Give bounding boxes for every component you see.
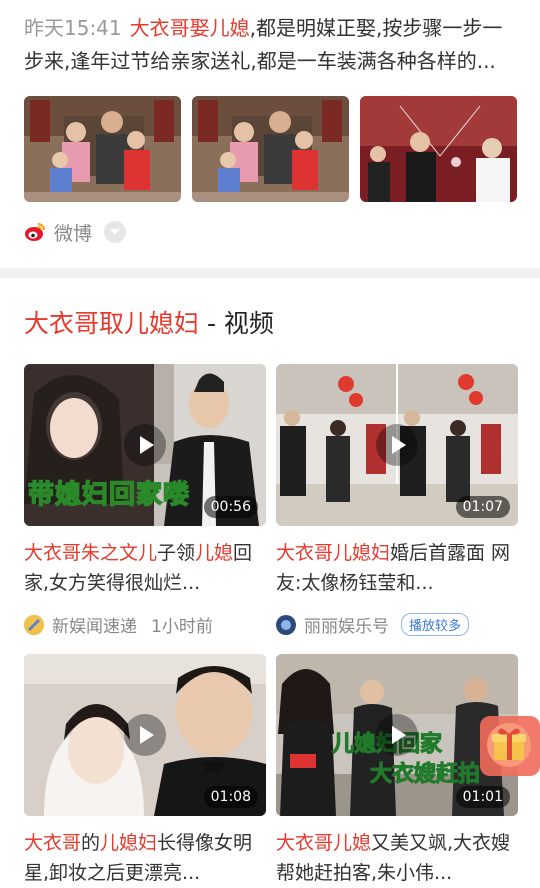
source-name: 丽丽娱乐号	[304, 617, 389, 637]
publish-time: 1小时前	[151, 617, 213, 637]
play-icon[interactable]	[124, 424, 166, 466]
chevron-down-icon[interactable]	[104, 221, 127, 243]
video-caption-overlay: 带媳妇回家喽	[27, 479, 191, 511]
video-thumbnail[interactable]: 01:08	[24, 654, 266, 816]
video-thumbnail[interactable]: 带媳妇回家喽 00:56	[24, 364, 266, 526]
floating-gift-button[interactable]	[478, 714, 540, 776]
family-photo-thumbnail[interactable]	[24, 96, 181, 202]
popular-badge: 播放较多	[401, 613, 470, 636]
video-duration: 00:56	[203, 496, 258, 518]
source-avatar	[24, 614, 44, 635]
video-card[interactable]: 01:08 大衣哥的儿媳妇长得像女明星,卸妆之后更漂亮...	[24, 654, 266, 888]
section-divider	[0, 268, 540, 278]
weibo-icon	[24, 221, 46, 243]
search-result-card[interactable]: 昨天15:41 大衣哥娶儿媳,都是明媒正娶,按步骤一步一步来,逢年过节给亲家送礼,…	[0, 0, 540, 268]
video-source[interactable]: 丽丽娱乐号 播放较多	[276, 612, 518, 637]
source-name: 微博	[54, 222, 93, 245]
wedding-photo-thumbnail[interactable]	[360, 96, 517, 202]
video-title[interactable]: 大衣哥儿媳妇婚后首露面 网友:太像杨钰莹和...	[276, 538, 518, 598]
source-avatar	[276, 614, 296, 635]
video-title[interactable]: 大衣哥的儿媳妇长得像女明星,卸妆之后更漂亮...	[24, 828, 266, 888]
source-name: 新娱闻速递	[52, 617, 137, 637]
video-duration: 01:08	[203, 786, 258, 808]
video-caption-overlay: 大衣嫂赶拍	[369, 762, 481, 788]
video-title[interactable]: 大衣哥朱之文儿子领儿媳回家,女方笑得很灿烂...	[24, 538, 266, 598]
video-duration: 01:07	[455, 496, 510, 518]
video-thumbnail[interactable]: 01:07	[276, 364, 518, 526]
result-source[interactable]: 微博	[24, 216, 127, 248]
result-images	[24, 96, 518, 202]
play-icon[interactable]	[376, 714, 418, 756]
play-icon[interactable]	[376, 424, 418, 466]
video-duration: 01:01	[455, 786, 510, 808]
section-title[interactable]: 大衣哥取儿媳妇 - 视频	[24, 304, 274, 340]
play-icon[interactable]	[124, 714, 166, 756]
result-snippet[interactable]: 昨天15:41 大衣哥娶儿媳,都是明媒正娶,按步骤一步一步来,逢年过节给亲家送礼,…	[24, 12, 520, 78]
snippet-highlight: 大衣哥娶儿媳	[129, 16, 250, 40]
video-title[interactable]: 大衣哥儿媳又美又飒,大衣嫂帮她赶拍客,朱小伟...	[276, 828, 518, 888]
video-source[interactable]: 新娱闻速递 1小时前	[24, 612, 266, 637]
family-photo-thumbnail[interactable]	[192, 96, 349, 202]
section-title-highlight: 大衣哥取儿媳妇	[24, 309, 200, 338]
gift-icon	[480, 716, 540, 776]
post-time: 昨天15:41	[24, 16, 122, 40]
video-card[interactable]: 01:07 大衣哥儿媳妇婚后首露面 网友:太像杨钰莹和... 丽丽娱乐号 播放较…	[276, 364, 518, 637]
video-card[interactable]: 带媳妇回家喽 00:56 大衣哥朱之文儿子领儿媳回家,女方笑得很灿烂... 新娱…	[24, 364, 266, 637]
section-title-suffix: - 视频	[199, 309, 274, 338]
